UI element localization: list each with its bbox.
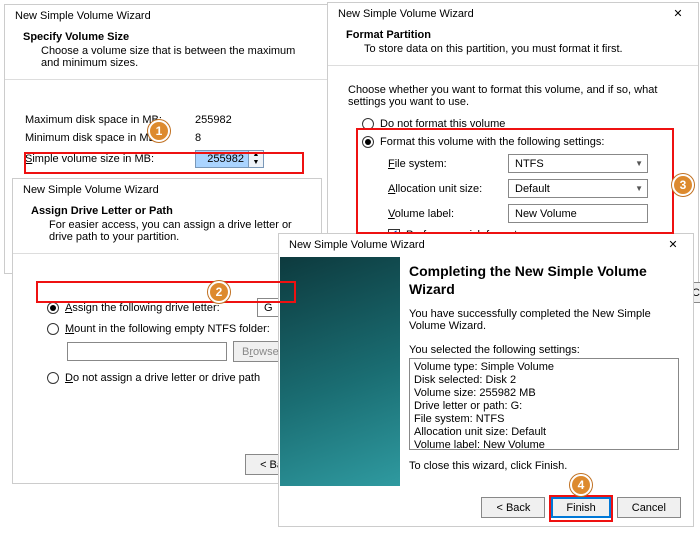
titlebar[interactable]: New Simple Volume Wizard ✕	[328, 3, 698, 25]
drive-letter-value: G	[264, 302, 273, 314]
list-item: File system: NTFS	[414, 413, 674, 426]
au-label: Allocation unit size:	[388, 183, 508, 195]
format-label: Format this volume with the following se…	[380, 136, 604, 148]
callout-badge-2: 2	[208, 281, 230, 303]
chevron-down-icon: ▼	[635, 184, 643, 193]
size-label: SSimple volume size in MB:imple volume s…	[25, 153, 195, 165]
settings-label: You selected the following settings:	[409, 344, 679, 356]
no-assign-label: Do not assign a drive letter or drive pa…	[65, 372, 260, 384]
max-space-label: Maximum disk space in MB:	[25, 114, 195, 126]
fs-value: NTFS	[515, 158, 544, 170]
radio-no-assign[interactable]	[47, 372, 59, 384]
wizard-side-panel	[280, 257, 400, 486]
assign-letter-label: Assign the following drive letter:	[65, 302, 243, 314]
back-button[interactable]: < Back	[481, 497, 545, 518]
window-title: New Simple Volume Wizard	[15, 10, 151, 22]
radio-no-format[interactable]	[362, 118, 374, 130]
callout-badge-4: 4	[570, 474, 592, 496]
subheading: To store data on this partition, you mus…	[346, 43, 680, 55]
size-input[interactable]	[196, 151, 248, 167]
max-space-value: 255982	[195, 114, 232, 126]
titlebar[interactable]: New Simple Volume Wizard	[5, 5, 327, 27]
titlebar[interactable]: New Simple Volume Wizard ✕	[279, 234, 693, 256]
callout-badge-3: 3	[672, 174, 694, 196]
list-item: Volume label: New Volume	[414, 439, 674, 450]
mount-label: Mount in the following empty NTFS folder…	[65, 323, 270, 335]
au-value: Default	[515, 183, 550, 195]
list-item: Volume type: Simple Volume	[414, 361, 674, 374]
close-message: To close this wizard, click Finish.	[409, 460, 679, 472]
heading: Specify Volume Size	[23, 31, 309, 43]
format-prompt: Choose whether you want to format this v…	[348, 84, 678, 108]
radio-mount[interactable]	[47, 323, 59, 335]
subheading: For easier access, you can assign a driv…	[31, 219, 303, 243]
no-format-label: Do not format this volume	[380, 118, 505, 130]
chevron-down-icon: ▼	[635, 159, 643, 168]
heading: Format Partition	[346, 29, 680, 41]
window-title: New Simple Volume Wizard	[23, 184, 159, 196]
close-icon[interactable]: ✕	[660, 4, 696, 24]
list-item: Drive letter or path: G:	[414, 400, 674, 413]
mount-path-input[interactable]	[67, 342, 227, 361]
heading: Completing the New Simple Volume Wizard	[409, 262, 679, 298]
settings-summary[interactable]: Volume type: Simple Volume Disk selected…	[409, 358, 679, 450]
cancel-button[interactable]: Cancel	[617, 497, 681, 518]
titlebar[interactable]: New Simple Volume Wizard	[13, 179, 321, 201]
finish-button[interactable]: Finish	[551, 497, 610, 518]
close-icon[interactable]: ✕	[655, 235, 691, 255]
vl-label: Volume label:	[388, 208, 508, 220]
callout-badge-1: 1	[148, 120, 170, 142]
size-spinner[interactable]: ▲ ▼	[195, 150, 264, 168]
window-title: New Simple Volume Wizard	[338, 8, 474, 20]
spin-down-icon[interactable]: ▼	[249, 159, 263, 167]
fs-select[interactable]: NTFS ▼	[508, 154, 648, 173]
min-space-value: 8	[195, 132, 201, 144]
dialog-assign-letter: New Simple Volume Wizard Assign Drive Le…	[12, 178, 322, 484]
radio-assign-letter[interactable]	[47, 302, 59, 314]
list-item: Allocation unit size: Default	[414, 426, 674, 439]
au-select[interactable]: Default ▼	[508, 179, 648, 198]
list-item: Volume size: 255982 MB	[414, 387, 674, 400]
vl-value: New Volume	[515, 208, 577, 220]
success-message: You have successfully completed the New …	[409, 308, 679, 332]
subheading: Choose a volume size that is between the…	[23, 45, 309, 69]
dialog-completing: New Simple Volume Wizard ✕ Completing th…	[278, 233, 694, 527]
volume-label-input[interactable]: New Volume	[508, 204, 648, 223]
list-item: Disk selected: Disk 2	[414, 374, 674, 387]
fs-label: File system:	[388, 158, 508, 170]
spin-up-icon[interactable]: ▲	[249, 151, 263, 159]
window-title: New Simple Volume Wizard	[289, 239, 425, 251]
radio-format[interactable]	[362, 136, 374, 148]
heading: Assign Drive Letter or Path	[31, 205, 303, 217]
